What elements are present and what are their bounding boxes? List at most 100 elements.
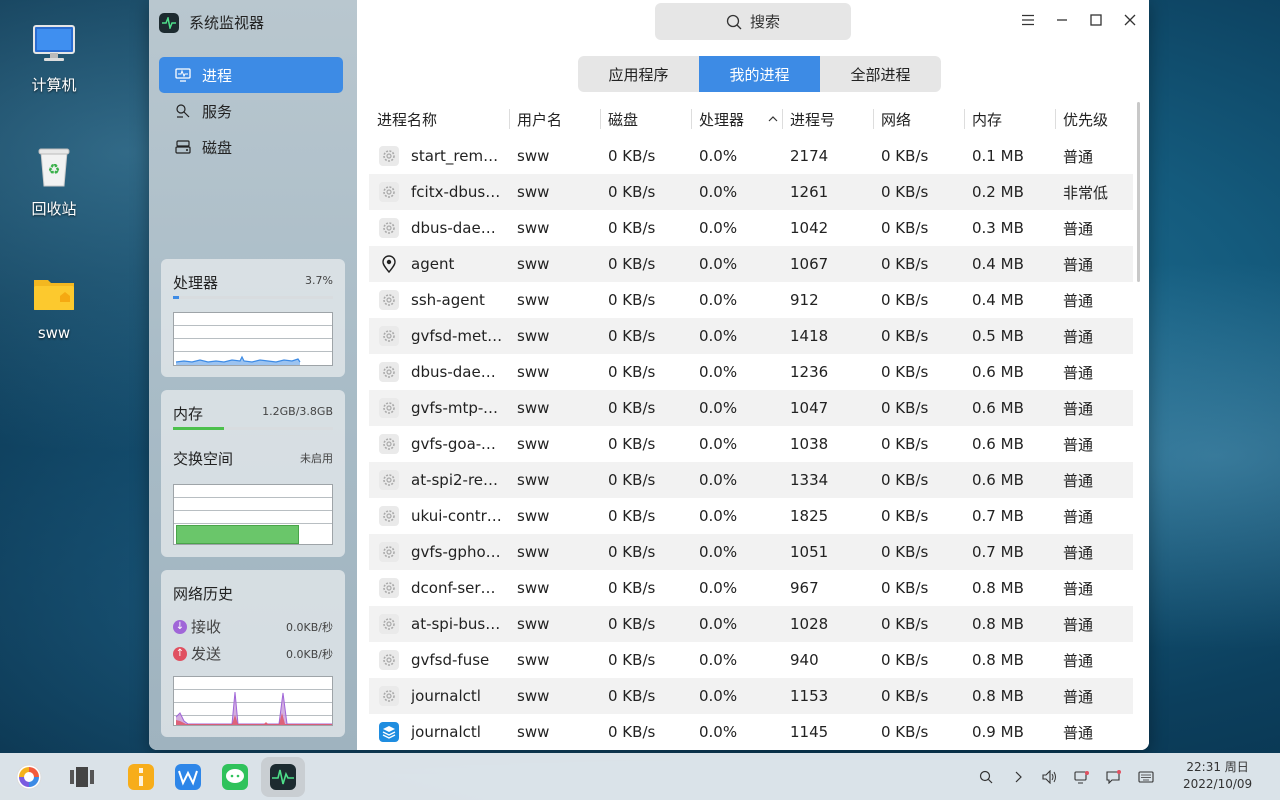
tray-network[interactable] (1072, 767, 1092, 787)
menu-button[interactable] (1018, 10, 1038, 30)
tray-expand[interactable] (1008, 767, 1028, 787)
process-disk: 0 KB/s (608, 363, 656, 381)
column-header-label: 优先级 (1063, 110, 1109, 129)
column-header-priority[interactable]: 优先级 (1055, 101, 1133, 137)
taskbar-app-wechat[interactable] (217, 759, 253, 795)
sidebar-item-processes[interactable]: 进程 (159, 57, 343, 93)
table-row[interactable]: ukui-contr… sww 0 KB/s 0.0% 1825 0 KB/s 0.7 MB… (369, 498, 1133, 534)
tray-search[interactable] (976, 767, 996, 787)
process-network: 0 KB/s (881, 363, 929, 381)
memory-card: 内存 1.2GB/3.8GB 交换空间 未启用 (161, 390, 345, 557)
process-network: 0 KB/s (881, 327, 929, 345)
disk-icon (174, 139, 192, 155)
table-row[interactable]: gvfs-mtp-v… sww 0 KB/s 0.0% 1047 0 KB/s 0.6 MB… (369, 390, 1133, 426)
table-row[interactable]: dbus-dae… sww 0 KB/s 0.0% 1236 0 KB/s 0.6 MB 普通 (369, 354, 1133, 390)
table-scrollbar[interactable] (1137, 102, 1140, 282)
process-name-cell: gvfs-goa-v… (369, 434, 509, 454)
process-user: sww (517, 543, 550, 561)
computer-icon (33, 25, 75, 61)
process-pid: 940 (790, 651, 819, 669)
tray-volume[interactable] (1040, 767, 1060, 787)
wps-icon (175, 764, 201, 790)
cpu-history-line (175, 355, 301, 365)
gear-icon (379, 650, 399, 670)
sidebar-item-label: 磁盘 (202, 138, 233, 157)
tray-notifications[interactable] (1104, 767, 1124, 787)
table-row[interactable]: at-spi-bus-… sww 0 KB/s 0.0% 1028 0 KB/s 0.8 M… (369, 606, 1133, 642)
column-header-cpu[interactable]: 处理器 (691, 101, 782, 137)
column-header-memory[interactable]: 内存 (964, 101, 1055, 137)
process-cpu: 0.0% (699, 219, 738, 237)
process-disk: 0 KB/s (608, 723, 656, 741)
search-box[interactable]: 搜索 (655, 3, 851, 40)
process-disk: 0 KB/s (608, 327, 656, 345)
process-network: 0 KB/s (881, 471, 929, 489)
process-disk: 0 KB/s (608, 183, 656, 201)
column-header-user[interactable]: 用户名 (509, 101, 600, 137)
table-row[interactable]: agent sww 0 KB/s 0.0% 1067 0 KB/s 0.4 MB 普通 (369, 246, 1133, 282)
desktop-icon-computer[interactable]: 计算机 (9, 22, 99, 95)
network-title: 网络历史 (173, 585, 234, 603)
table-row[interactable]: journalctl sww 0 KB/s 0.0% 1145 0 KB/s 0.9 MB 普… (369, 714, 1133, 750)
process-cpu: 0.0% (699, 147, 738, 165)
swap-value: 未启用 (300, 452, 333, 465)
tray-keyboard[interactable] (1136, 767, 1156, 787)
gear-icon (379, 578, 399, 598)
table-row[interactable]: journalctl sww 0 KB/s 0.0% 1153 0 KB/s 0.8 MB 普… (369, 678, 1133, 714)
svg-text:♻: ♻ (48, 162, 61, 178)
process-memory: 0.6 MB (972, 399, 1024, 417)
tab-my-processes[interactable]: 我的进程 (699, 56, 820, 92)
process-name-cell: ssh-agent (369, 290, 509, 310)
process-name-cell: dbus-dae… (369, 218, 509, 238)
tab-applications[interactable]: 应用程序 (578, 56, 699, 92)
multitask-view-button[interactable] (64, 759, 100, 795)
close-button[interactable] (1120, 10, 1140, 30)
taskbar-clock[interactable]: 22:31 周日 2022/10/09 (1183, 759, 1252, 793)
desktop-icon-trash[interactable]: ♻ 回收站 (9, 146, 99, 219)
process-name-cell: journalctl (369, 722, 509, 742)
cpu-value: 3.7% (305, 274, 333, 287)
process-pid: 1067 (790, 255, 829, 273)
process-pid: 967 (790, 579, 819, 597)
column-header-name[interactable]: 进程名称 (369, 101, 509, 137)
table-row[interactable]: gvfsd-fuse sww 0 KB/s 0.0% 940 0 KB/s 0.8 MB 普通 (369, 642, 1133, 678)
column-header-network[interactable]: 网络 (873, 101, 964, 137)
network-receive-row: ↓ 接收 (173, 616, 221, 637)
gear-icon (379, 506, 399, 526)
table-row[interactable]: start_remo… sww 0 KB/s 0.0% 2174 0 KB/s 0.1 MB… (369, 138, 1133, 174)
process-name: dbus-dae… (411, 363, 496, 381)
table-row[interactable]: ssh-agent sww 0 KB/s 0.0% 912 0 KB/s 0.4 MB 普通 (369, 282, 1133, 318)
process-network: 0 KB/s (881, 399, 929, 417)
location-pin-icon (379, 254, 399, 274)
app-title: 系统监视器 (189, 14, 265, 32)
process-user: sww (517, 399, 550, 417)
process-pid: 912 (790, 291, 819, 309)
table-row[interactable]: at-spi2-reg… sww 0 KB/s 0.0% 1334 0 KB/s 0.6 M… (369, 462, 1133, 498)
process-name: agent (411, 255, 455, 273)
table-row[interactable]: gvfsd-met… sww 0 KB/s 0.0% 1418 0 KB/s 0.5 MB 普… (369, 318, 1133, 354)
minimize-button[interactable] (1052, 10, 1072, 30)
column-header-pid[interactable]: 进程号 (782, 101, 873, 137)
receive-label: 接收 (191, 618, 222, 636)
table-row[interactable]: gvfs-goa-v… sww 0 KB/s 0.0% 1038 0 KB/s 0.6 MB… (369, 426, 1133, 462)
desktop-icon-home-folder[interactable]: sww (9, 272, 99, 342)
taskbar-app-file-manager[interactable] (123, 759, 159, 795)
column-header-disk[interactable]: 磁盘 (600, 101, 691, 137)
start-menu-button[interactable] (11, 759, 47, 795)
sidebar-item-services[interactable]: 服务 (159, 93, 343, 129)
file-manager-icon (128, 764, 154, 790)
maximize-button[interactable] (1086, 10, 1106, 30)
process-priority: 普通 (1063, 615, 1094, 634)
tab-all-processes[interactable]: 全部进程 (820, 56, 941, 92)
process-priority: 普通 (1063, 255, 1094, 274)
sidebar-item-disks[interactable]: 磁盘 (159, 129, 343, 165)
process-name-cell: agent (369, 254, 509, 274)
table-row[interactable]: fcitx-dbus-… sww 0 KB/s 0.0% 1261 0 KB/s 0.2 M… (369, 174, 1133, 210)
table-row[interactable]: dbus-dae… sww 0 KB/s 0.0% 1042 0 KB/s 0.3 MB 普通 (369, 210, 1133, 246)
network-history-graph (173, 676, 333, 726)
taskbar-app-system-monitor[interactable] (261, 757, 305, 797)
table-row[interactable]: gvfs-gphot… sww 0 KB/s 0.0% 1051 0 KB/s 0.7 MB… (369, 534, 1133, 570)
taskbar-app-wps[interactable] (170, 759, 206, 795)
table-row[interactable]: dconf-serv… sww 0 KB/s 0.0% 967 0 KB/s 0.8 MB 普… (369, 570, 1133, 606)
process-disk: 0 KB/s (608, 147, 656, 165)
